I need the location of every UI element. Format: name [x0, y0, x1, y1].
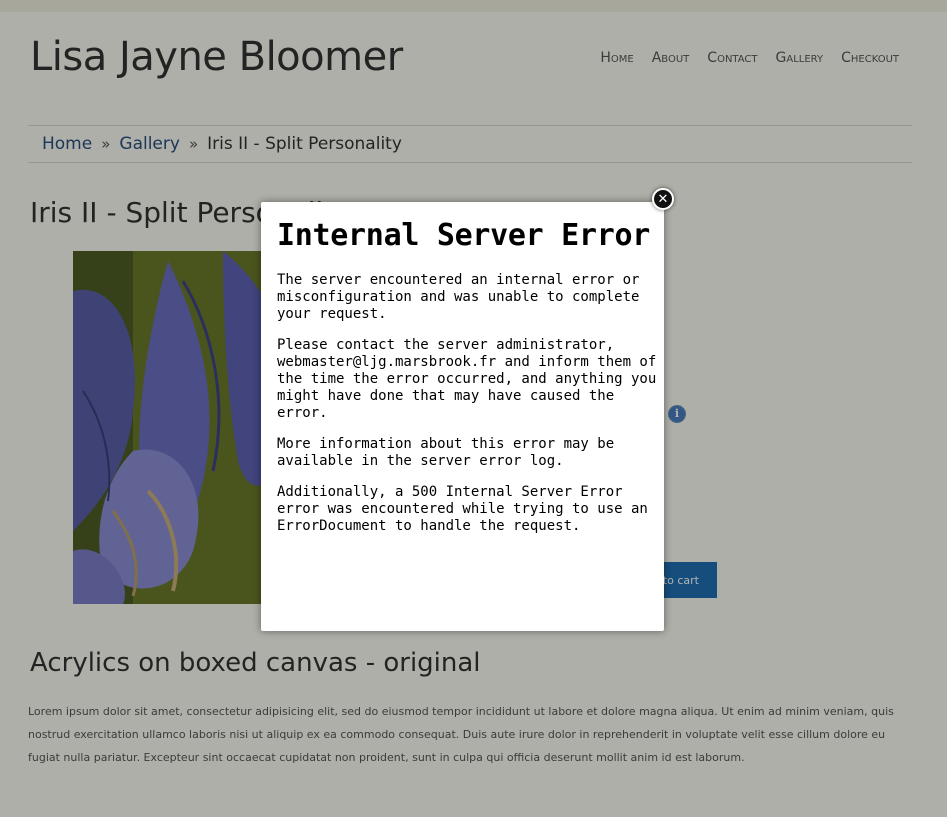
close-icon[interactable]: ✕ [652, 188, 674, 210]
error-paragraph: Additionally, a 500 Internal Server Erro… [277, 484, 648, 534]
error-modal: Internal Server Error The server encount… [261, 202, 664, 631]
error-paragraph: Please contact the server administrator,… [277, 337, 657, 421]
error-title: Internal Server Error [277, 218, 650, 253]
error-paragraph: More information about this error may be… [277, 436, 615, 469]
error-paragraph: The server encountered an internal error… [277, 272, 640, 322]
